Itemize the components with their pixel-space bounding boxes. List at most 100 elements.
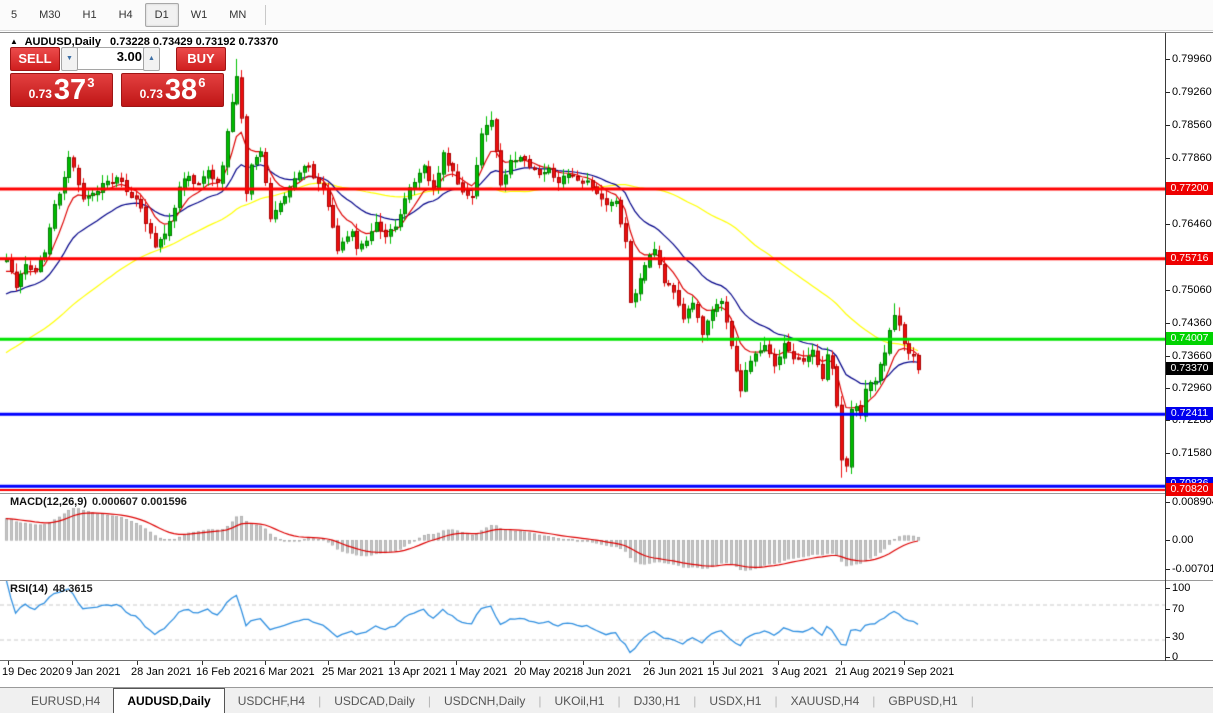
- buy-price[interactable]: 0.73 38 6: [121, 73, 224, 107]
- rsi-value: 48.3615: [53, 583, 93, 595]
- axis-price-label: 0.77860: [1172, 152, 1212, 164]
- axis-tick-mark: [1166, 59, 1170, 60]
- date-label: 1 May 2021: [450, 666, 507, 678]
- axis-tick-mark: [1166, 540, 1170, 541]
- axis-tick-mark: [1166, 323, 1170, 324]
- axis-price-label: 0.79960: [1172, 53, 1212, 65]
- date-label: 3 Aug 2021: [772, 666, 828, 678]
- axis-price-label: 0.74360: [1172, 317, 1212, 329]
- date-tick-mark: [202, 661, 203, 665]
- price-level-badge: 0.72411: [1166, 407, 1213, 420]
- axis-tick-mark: [1166, 609, 1170, 610]
- timeframe-button-m30[interactable]: M30: [29, 3, 70, 27]
- macd-values: 0.000607 0.001596: [92, 496, 187, 508]
- date-label: 26 Jun 2021: [643, 666, 704, 678]
- timeframe-toolbar: 5M30H1H4D1W1MN: [0, 0, 1213, 31]
- volume-increase-button[interactable]: ▲: [143, 47, 160, 71]
- collapse-triangle-icon[interactable]: ▲: [10, 37, 18, 46]
- axis-price-label: 70: [1172, 603, 1184, 615]
- trading-platform-window: 5M30H1H4D1W1MN ▲ AUDUSD,Daily 0.73228 0.…: [0, 0, 1213, 713]
- sell-price-big: 37: [54, 77, 86, 104]
- timeframe-buttons: 5M30H1H4D1W1MN: [0, 3, 257, 27]
- timeframe-button-h4[interactable]: H4: [109, 3, 143, 27]
- price-level-badge: 0.77200: [1166, 182, 1213, 195]
- buy-button[interactable]: BUY: [176, 47, 226, 71]
- tab-dj30-h1[interactable]: DJ30,H1: [621, 688, 694, 713]
- axis-price-label: 0.00: [1172, 534, 1193, 546]
- rsi-indicator-canvas[interactable]: [0, 581, 1165, 660]
- axis-tick-mark: [1166, 657, 1170, 658]
- timeframe-button-w1[interactable]: W1: [181, 3, 218, 27]
- price-axis-line: [1165, 33, 1166, 661]
- rsi-label: RSI(14)48.3615: [10, 583, 93, 595]
- date-tick-mark: [265, 661, 266, 665]
- timeframe-button-h1[interactable]: H1: [73, 3, 107, 27]
- axis-tick-mark: [1166, 502, 1170, 503]
- axis-tick-mark: [1166, 453, 1170, 454]
- axis-tick-mark: [1166, 637, 1170, 638]
- sell-price[interactable]: 0.73 37 3: [10, 73, 113, 107]
- sell-button[interactable]: SELL: [10, 47, 60, 71]
- tab-ukoil-h1[interactable]: UKOil,H1: [541, 688, 617, 713]
- date-label: 19 Dec 2020: [2, 666, 64, 678]
- date-label: 28 Jan 2021: [131, 666, 192, 678]
- chart-tab-bar: EURUSD,H4AUDUSD,DailyUSDCHF,H4 | USDCAD,Da…: [0, 687, 1213, 713]
- timeframe-button-5[interactable]: 5: [1, 3, 27, 27]
- axis-tick-mark: [1166, 125, 1170, 126]
- volume-input[interactable]: 3.00: [77, 47, 148, 70]
- axis-tick-mark: [1166, 569, 1170, 570]
- up-arrow-icon: ▲: [148, 55, 155, 62]
- tab-usdcad-daily[interactable]: USDCAD,Daily: [321, 688, 428, 713]
- toolbar-separator: [265, 5, 266, 25]
- date-axis[interactable]: 19 Dec 20209 Jan 202128 Jan 202116 Feb 2…: [0, 661, 1213, 687]
- axis-price-label: 0.78560: [1172, 119, 1212, 131]
- date-tick-mark: [137, 661, 138, 665]
- date-label: 9 Sep 2021: [898, 666, 954, 678]
- axis-price-label: 0.75060: [1172, 284, 1212, 296]
- axis-price-label: 0.73660: [1172, 350, 1212, 362]
- sell-price-prefix: 0.73: [29, 87, 52, 101]
- timeframe-button-d1[interactable]: D1: [145, 3, 179, 27]
- axis-tick-mark: [1166, 158, 1170, 159]
- date-label: 8 Jun 2021: [577, 666, 631, 678]
- macd-panel-separator: [0, 493, 1213, 494]
- tab-gbpusd-h1[interactable]: GBPUSD,H1: [875, 688, 970, 713]
- axis-price-label: 0.72960: [1172, 382, 1212, 394]
- price-level-badge: 0.70820: [1166, 483, 1213, 496]
- axis-tick-mark: [1166, 356, 1170, 357]
- date-label: 25 Mar 2021: [322, 666, 384, 678]
- tab-usdchf-h4[interactable]: USDCHF,H4: [225, 688, 318, 713]
- timeframe-button-mn[interactable]: MN: [219, 3, 256, 27]
- date-label: 13 Apr 2021: [388, 666, 447, 678]
- axis-price-label: 0.79260: [1172, 86, 1212, 98]
- axis-price-label: -0.007013: [1172, 563, 1213, 575]
- date-tick-mark: [328, 661, 329, 665]
- tab-xauusd-h4[interactable]: XAUUSD,H4: [778, 688, 873, 713]
- tab-separator: |: [971, 688, 974, 713]
- price-level-badge: 0.73370: [1166, 362, 1213, 375]
- buy-price-big: 38: [165, 77, 197, 104]
- tab-eurusd-h4[interactable]: EURUSD,H4: [18, 688, 113, 713]
- sell-price-pip: 3: [87, 75, 94, 90]
- date-tick-mark: [520, 661, 521, 665]
- tab-usdx-h1[interactable]: USDX,H1: [696, 688, 774, 713]
- date-tick-mark: [456, 661, 457, 665]
- one-click-trading-panel: SELL ▼ 3.00 ▲ BUY 0.73 37 3 0.73 38 6: [10, 47, 224, 109]
- volume-decrease-button[interactable]: ▼: [61, 47, 78, 71]
- axis-tick-mark: [1166, 224, 1170, 225]
- tab-usdcnh-daily[interactable]: USDCNH,Daily: [431, 688, 538, 713]
- date-label: 21 Aug 2021: [835, 666, 897, 678]
- axis-tick-mark: [1166, 420, 1170, 421]
- date-label: 15 Jul 2021: [707, 666, 764, 678]
- macd-label: MACD(12,26,9)0.000607 0.001596: [10, 496, 187, 508]
- tab-audusd-daily[interactable]: AUDUSD,Daily: [113, 688, 224, 713]
- date-label: 9 Jan 2021: [66, 666, 120, 678]
- axis-tick-mark: [1166, 290, 1170, 291]
- axis-price-label: 100: [1172, 582, 1190, 594]
- buy-price-prefix: 0.73: [140, 87, 163, 101]
- price-level-badge: 0.75716: [1166, 252, 1213, 265]
- date-tick-mark: [8, 661, 9, 665]
- date-tick-mark: [649, 661, 650, 665]
- buy-price-pip: 6: [198, 75, 205, 90]
- date-tick-mark: [778, 661, 779, 665]
